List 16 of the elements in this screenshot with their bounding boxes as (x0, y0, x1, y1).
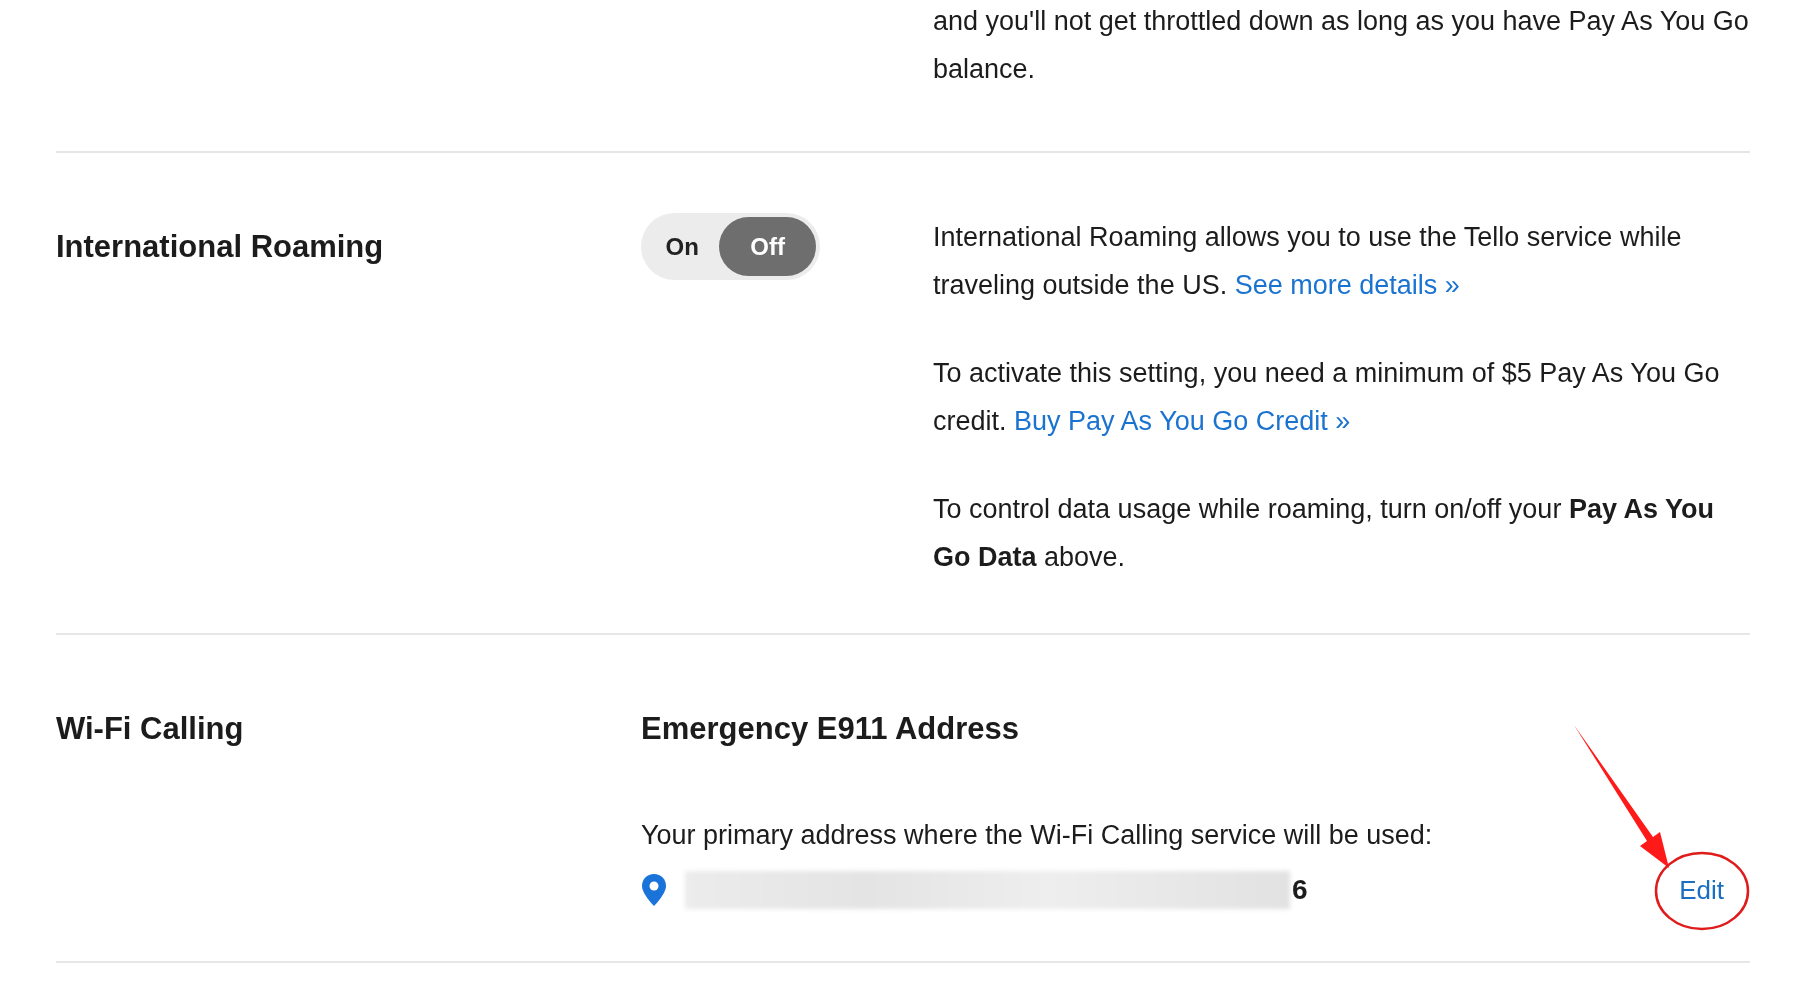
edit-link[interactable]: Edit (1679, 874, 1724, 906)
description-text: To control data usage while roaming, turn on/off your Pay As You Go Data above. (933, 493, 1715, 574)
address-prompt: Your primary address where the Wi-Fi Calling service will be used: (641, 819, 1434, 852)
on-off-toggle[interactable]: On Off (641, 213, 820, 280)
description-text: and you'll not get throttled down as long as you have Pay As You Go balance. (933, 5, 1750, 86)
description-text: To activate this setting, you need a minimum of $5 Pay As You Go credit. Buy Pay As You Go Credit » (933, 357, 1721, 438)
section-title: International Roaming (56, 228, 385, 266)
address-heading: Emergency E911 Address (641, 710, 1020, 748)
description-text: International Roaming allows you to use the Tello service while traveling outside the US. See more details » (933, 221, 1683, 302)
location-pin-icon (641, 874, 667, 906)
details-link[interactable]: See more details » (1234, 270, 1460, 300)
toggle-option[interactable]: On (645, 217, 720, 276)
address-text: 6 (1292, 874, 1308, 906)
section-title: Wi-Fi Calling (56, 710, 245, 748)
toggle-option[interactable]: Off (719, 217, 816, 276)
details-link[interactable]: Buy Pay As You Go Credit » (1014, 406, 1351, 436)
